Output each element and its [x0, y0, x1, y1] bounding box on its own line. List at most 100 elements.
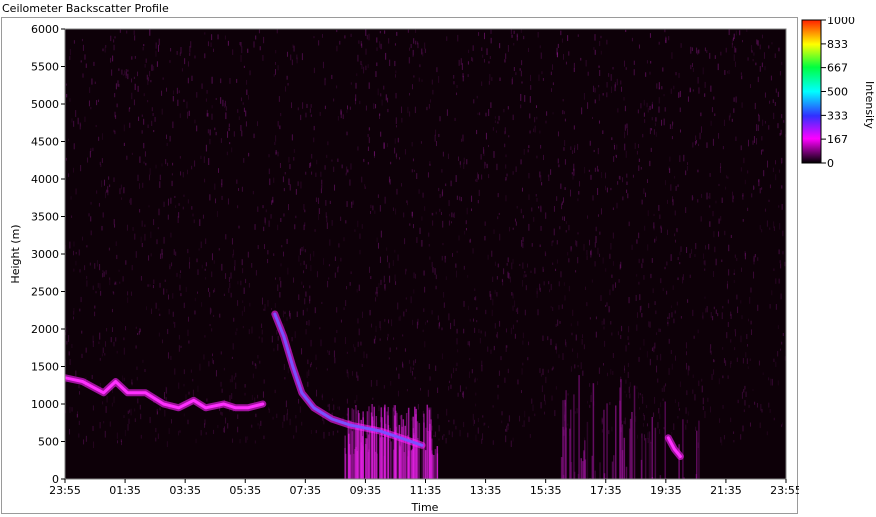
noise-speck [251, 263, 253, 268]
noise-speck [536, 198, 538, 202]
noise-speck [228, 277, 230, 283]
noise-speck [492, 405, 494, 408]
noise-speck [452, 213, 454, 218]
noise-speck [468, 344, 470, 348]
noise-speck [641, 199, 643, 205]
noise-speck [357, 375, 359, 381]
noise-speck [258, 424, 260, 430]
noise-speck [254, 440, 256, 444]
noise-speck [204, 178, 206, 183]
noise-speck [476, 178, 478, 183]
noise-speck [105, 191, 107, 199]
noise-speck [395, 92, 397, 99]
noise-speck [118, 68, 120, 71]
noise-speck [582, 370, 584, 376]
noise-speck [126, 224, 128, 231]
noise-speck [188, 340, 190, 344]
noise-speck [747, 170, 749, 174]
noise-speck [631, 37, 633, 42]
noise-speck [303, 270, 305, 274]
noise-speck [569, 189, 571, 197]
noise-speck [522, 242, 524, 249]
noise-speck [510, 29, 512, 35]
noise-speck [237, 426, 239, 433]
noise-speck [594, 99, 596, 104]
noise-speck [528, 194, 530, 200]
noise-speck [520, 29, 522, 33]
noise-speck [230, 292, 232, 298]
noise-speck [389, 59, 391, 67]
noise-speck [727, 299, 729, 304]
noise-speck [135, 326, 137, 329]
noise-speck [610, 86, 612, 94]
noise-speck [729, 113, 731, 118]
noise-speck [725, 47, 727, 53]
noise-speck [435, 365, 437, 372]
noise-speck [404, 238, 406, 245]
noise-speck [311, 153, 313, 159]
noise-speck [505, 154, 507, 158]
precip-streak [644, 438, 647, 479]
noise-speck [394, 147, 396, 154]
noise-speck [170, 47, 172, 52]
noise-speck [94, 263, 96, 269]
noise-speck [431, 261, 433, 267]
noise-speck [668, 36, 670, 41]
noise-speck [239, 439, 241, 444]
noise-speck [638, 258, 640, 264]
noise-speck [671, 305, 673, 308]
noise-speck [512, 77, 514, 85]
precip-streak [621, 424, 624, 479]
noise-speck [145, 162, 147, 166]
noise-speck [263, 435, 265, 440]
noise-speck [476, 320, 478, 323]
noise-speck [616, 78, 618, 86]
noise-speck [321, 179, 323, 185]
noise-speck [127, 69, 129, 72]
noise-speck [573, 62, 575, 69]
noise-speck [419, 387, 421, 391]
noise-speck [315, 172, 317, 177]
noise-speck [415, 273, 417, 279]
backscatter-chart: 0500100015002000250030003500400045005000… [9, 23, 799, 514]
noise-speck [149, 70, 151, 77]
noise-speck [721, 197, 723, 203]
noise-speck [709, 221, 711, 227]
noise-speck [237, 281, 239, 285]
noise-speck [563, 216, 565, 222]
noise-speck [315, 354, 317, 361]
noise-speck [773, 417, 775, 421]
noise-speck [641, 394, 643, 398]
noise-speck [374, 210, 376, 214]
noise-speck [771, 42, 773, 45]
noise-speck [577, 365, 579, 368]
noise-speck [166, 441, 168, 448]
noise-speck [679, 107, 681, 113]
noise-speck [397, 302, 399, 310]
noise-speck [524, 309, 526, 316]
noise-speck [686, 165, 688, 171]
noise-speck [165, 87, 167, 92]
noise-speck [96, 100, 98, 106]
noise-speck [222, 99, 224, 107]
noise-speck [194, 310, 196, 315]
noise-speck [346, 398, 348, 404]
noise-speck [298, 255, 300, 262]
noise-speck [131, 92, 133, 100]
noise-speck [295, 425, 297, 433]
noise-speck [456, 92, 458, 96]
noise-speck [427, 389, 429, 397]
noise-speck [497, 263, 499, 268]
noise-speck [678, 72, 680, 78]
x-tick-label: 09:35 [350, 484, 382, 497]
noise-speck [306, 371, 308, 378]
noise-speck [714, 246, 716, 253]
noise-speck [664, 29, 666, 33]
noise-speck [352, 200, 354, 205]
noise-speck [359, 249, 361, 255]
noise-speck [346, 131, 348, 136]
noise-speck [274, 389, 276, 394]
noise-speck [579, 181, 581, 187]
noise-speck [361, 224, 363, 229]
noise-speck [180, 293, 182, 297]
